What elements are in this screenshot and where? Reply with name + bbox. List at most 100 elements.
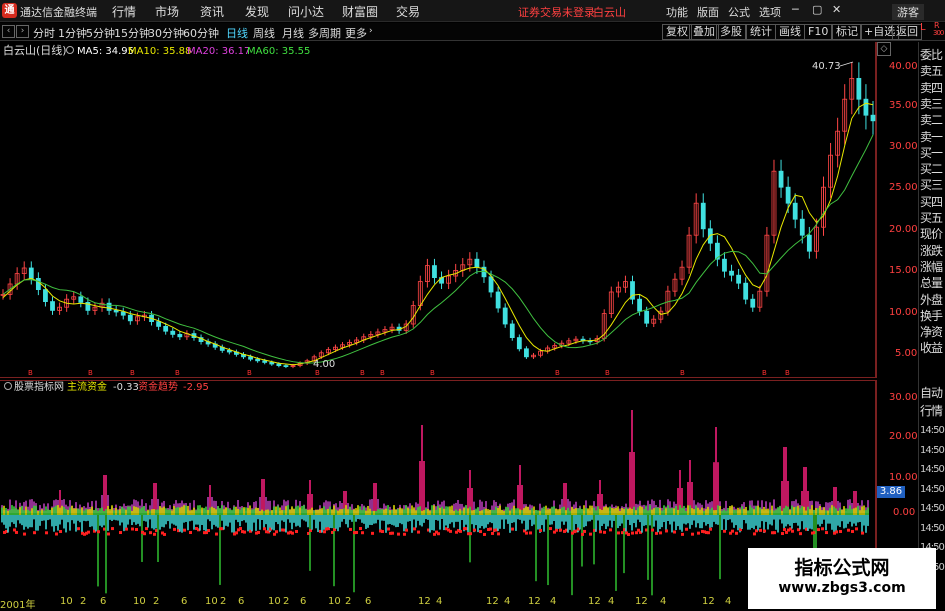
indicator-dot	[355, 530, 358, 534]
sidebar-item[interactable]: 涨跌	[920, 242, 943, 259]
sidebar-item[interactable]: 14:50	[920, 484, 945, 495]
signal-mark: B	[380, 369, 385, 377]
indicator-dot	[479, 530, 482, 534]
return-button[interactable]: 返回	[892, 24, 922, 40]
sidebar-item[interactable]: 净资	[920, 323, 943, 340]
sidebar-item[interactable]: 外盘	[920, 291, 943, 308]
indicator-dot	[469, 532, 472, 536]
period-intraday[interactable]: 分时	[33, 25, 55, 41]
period-30min[interactable]: 30分钟	[148, 25, 184, 41]
signal-mark: B	[88, 369, 93, 377]
indicator-dot	[107, 532, 110, 536]
menu-wealth[interactable]: 财富圈	[342, 3, 378, 20]
x-tick-label: 4	[660, 596, 667, 607]
close-icon[interactable]: ✕	[832, 3, 841, 16]
candle-body	[50, 301, 55, 311]
indicator-dot	[791, 529, 794, 533]
menu-options[interactable]: 选项	[759, 4, 781, 20]
indicator-dot	[381, 530, 384, 534]
sidebar-item[interactable]: 14:50	[920, 464, 945, 475]
period-multi[interactable]: 多周期	[308, 25, 341, 41]
sidebar-item[interactable]: 委比	[920, 46, 943, 63]
sidebar-item[interactable]: 买五	[920, 209, 943, 226]
indicator-dot	[207, 529, 210, 533]
login-notice[interactable]: 证券交易未登录	[518, 4, 595, 20]
menu-news[interactable]: 资讯	[200, 3, 224, 20]
menu-function[interactable]: 功能	[666, 4, 688, 20]
menu-trade[interactable]: 交易	[396, 3, 420, 20]
period-1min[interactable]: 1分钟	[58, 25, 87, 41]
adjust-button[interactable]: 复权	[662, 24, 692, 40]
sidebar-item[interactable]: 买一	[920, 144, 943, 161]
minimize-icon[interactable]: ─	[792, 3, 799, 16]
back-arrow-icon[interactable]: ‹	[2, 25, 15, 38]
period-daily[interactable]: 日线	[226, 25, 248, 41]
watermark-logo: 指标公式网 www.zbgs3.com	[748, 548, 936, 609]
sidebar-item[interactable]: 卖三	[920, 95, 943, 112]
overlay-button[interactable]: 叠加	[689, 24, 719, 40]
price-y-axis: 40.00 35.00 30.00 25.00 20.00 15.00 10.0…	[876, 42, 918, 378]
period-more[interactable]: 更多	[345, 25, 367, 41]
restore-icon[interactable]: ▢	[812, 3, 822, 16]
menu-layout[interactable]: 版面	[697, 4, 719, 20]
indicator-dot	[861, 531, 864, 535]
more-chevron-icon[interactable]: ›	[369, 26, 373, 36]
sidebar-item[interactable]: 换手	[920, 307, 943, 324]
sidebar-item[interactable]: 现价	[920, 225, 943, 242]
period-5min[interactable]: 5分钟	[86, 25, 115, 41]
sidebar-item[interactable]: 自动	[920, 384, 943, 401]
sidebar-item[interactable]: 卖二	[920, 111, 943, 128]
price-chart[interactable]: 白云山(日线) MA5: 34.95 MA10: 35.88 MA20: 36.…	[0, 42, 876, 378]
forward-arrow-icon[interactable]: ›	[16, 25, 29, 38]
candle-body	[226, 349, 232, 353]
indicator-dot	[617, 531, 620, 535]
guest-user-button[interactable]: 游客	[892, 4, 924, 20]
settings-dot-icon[interactable]	[66, 46, 74, 54]
panel-toggle-icon[interactable]: ◇	[877, 42, 891, 56]
indicator-dot	[731, 529, 734, 533]
sidebar-item[interactable]: 总量	[920, 274, 943, 291]
menu-quotes[interactable]: 行情	[112, 3, 136, 20]
mark-button[interactable]: 标记	[832, 24, 862, 40]
x-tick-label: 10	[60, 596, 73, 607]
indicator-dot	[539, 528, 542, 532]
x-tick-label: 2	[220, 596, 227, 607]
menu-discover[interactable]: 发现	[245, 3, 269, 20]
statistics-button[interactable]: 统计	[746, 24, 776, 40]
indicator-chart[interactable]: 股票指标网 主流资金 -0.33 资金趋势 -2.95	[0, 380, 876, 596]
sidebar-item[interactable]: 涨幅	[920, 258, 943, 275]
sidebar-item[interactable]: 14:50	[920, 425, 945, 436]
indicator-settings-icon[interactable]	[4, 382, 12, 390]
period-weekly[interactable]: 周线	[253, 25, 275, 41]
sidebar-item[interactable]: 买二	[920, 160, 943, 177]
period-monthly[interactable]: 月线	[282, 25, 304, 41]
draw-line-button[interactable]: 画线	[775, 24, 805, 40]
sidebar-item[interactable]: 卖五	[920, 62, 943, 79]
sidebar-item[interactable]: 收益	[920, 339, 943, 356]
sidebar-item[interactable]: 14:50	[920, 445, 945, 456]
period-15min[interactable]: 15分钟	[114, 25, 150, 41]
sidebar-item[interactable]: 行情	[920, 402, 943, 419]
y-tick: 25.00	[889, 182, 918, 193]
sidebar-item[interactable]: 卖四	[920, 79, 943, 96]
sidebar-item[interactable]: 14:50	[920, 503, 945, 514]
indicator-dot	[163, 532, 166, 536]
app-logo-icon: 通	[2, 3, 17, 18]
f10-button[interactable]: F10	[804, 24, 833, 40]
current-value-badge: 3.86	[877, 486, 905, 498]
x-tick-label: 12	[635, 596, 648, 607]
x-tick-label: 2	[283, 596, 290, 607]
indicator-dot	[511, 527, 514, 531]
indicator-dot	[275, 530, 278, 534]
menu-market[interactable]: 市场	[155, 3, 179, 20]
quote-sidebar: L R 300 委比 卖五 卖四 卖三 卖二 卖一 买一 买二 买三 买四 买五 现价 涨跌 涨幅 总量 外盘 换手净…	[918, 21, 945, 582]
multi-stock-button[interactable]: 多股	[716, 24, 746, 40]
menu-assistant[interactable]: 问小达	[288, 3, 324, 20]
sidebar-l-label[interactable]: L	[920, 22, 925, 33]
period-60min[interactable]: 60分钟	[183, 25, 219, 41]
sidebar-item[interactable]: 14:50	[920, 523, 945, 534]
sidebar-item[interactable]: 买四	[920, 193, 943, 210]
menu-formula[interactable]: 公式	[728, 4, 750, 20]
sidebar-item[interactable]: 买三	[920, 176, 943, 193]
sidebar-item[interactable]: 卖一	[920, 128, 943, 145]
